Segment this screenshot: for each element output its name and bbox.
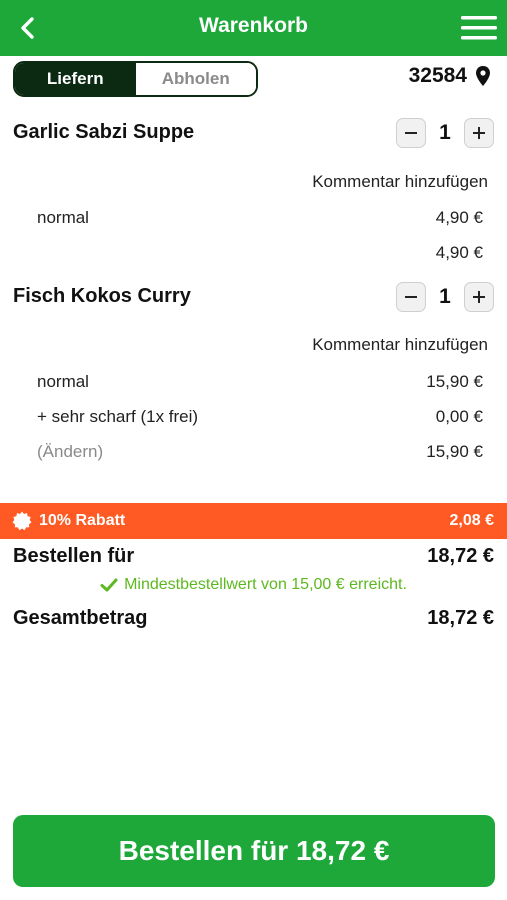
min-order-text: Mindestbestellwert von 15,00 € erreicht.: [124, 576, 407, 593]
discount-label-group: 10% Rabatt: [12, 511, 125, 531]
change-options-link[interactable]: (Ändern): [37, 442, 103, 462]
item-option-price: 15,90 €: [426, 372, 483, 391]
discount-amount: 2,08 €: [449, 512, 494, 529]
order-for-label: Bestellen für: [13, 545, 135, 567]
increase-button[interactable]: [464, 118, 494, 148]
top-app-bar: Warenkorb: [0, 0, 507, 56]
discount-label: 10% Rabatt: [39, 512, 126, 529]
item-total: 15,90 €: [426, 442, 483, 461]
order-for-value: 18,72 €: [427, 545, 494, 567]
option-liefern[interactable]: Liefern: [15, 63, 136, 95]
quantity-stepper: 1: [396, 118, 494, 148]
decrease-button[interactable]: [396, 282, 426, 312]
total-value: 18,72 €: [427, 607, 494, 629]
hamburger-menu-icon[interactable]: [461, 15, 497, 41]
total-label: Gesamtbetrag: [13, 607, 148, 629]
add-comment-link[interactable]: Kommentar hinzufügen: [312, 172, 488, 192]
quantity-stepper: 1: [396, 282, 494, 312]
place-order-button[interactable]: Bestellen für 18,72 €: [13, 815, 495, 887]
zip-code: 32584: [408, 64, 467, 87]
increase-button[interactable]: [464, 282, 494, 312]
minus-icon: [405, 132, 417, 134]
plus-icon: [473, 291, 485, 303]
item-option-price: 0,00 €: [435, 407, 483, 426]
item-option-price: 4,90 €: [435, 208, 483, 227]
item-option-label: normal: [37, 372, 89, 391]
item-name: Garlic Sabzi Suppe: [13, 121, 195, 143]
item-total: 4,90 €: [435, 243, 483, 262]
item-option-label: normal: [37, 208, 89, 227]
min-order-note: Mindestbestellwert von 15,00 € erreicht.: [0, 576, 507, 594]
decrease-button[interactable]: [396, 118, 426, 148]
quantity-value: 1: [439, 121, 451, 144]
add-comment-link[interactable]: Kommentar hinzufügen: [312, 335, 488, 355]
map-pin-icon: [476, 66, 490, 86]
quantity-value: 1: [439, 285, 451, 308]
check-icon: [100, 578, 118, 592]
location-zip[interactable]: 32584: [409, 64, 491, 88]
page-title: Warenkorb: [199, 14, 308, 37]
discount-banner: 10% Rabatt 2,08 €: [0, 503, 507, 539]
delivery-mode-toggle: Liefern Abholen: [13, 61, 258, 97]
item-name: Fisch Kokos Curry: [13, 285, 191, 307]
badge-icon: [12, 511, 32, 531]
minus-icon: [405, 296, 417, 298]
item-option-label: + sehr scharf (1x frei): [37, 407, 199, 426]
option-abholen[interactable]: Abholen: [135, 63, 256, 95]
plus-icon: [473, 127, 485, 139]
